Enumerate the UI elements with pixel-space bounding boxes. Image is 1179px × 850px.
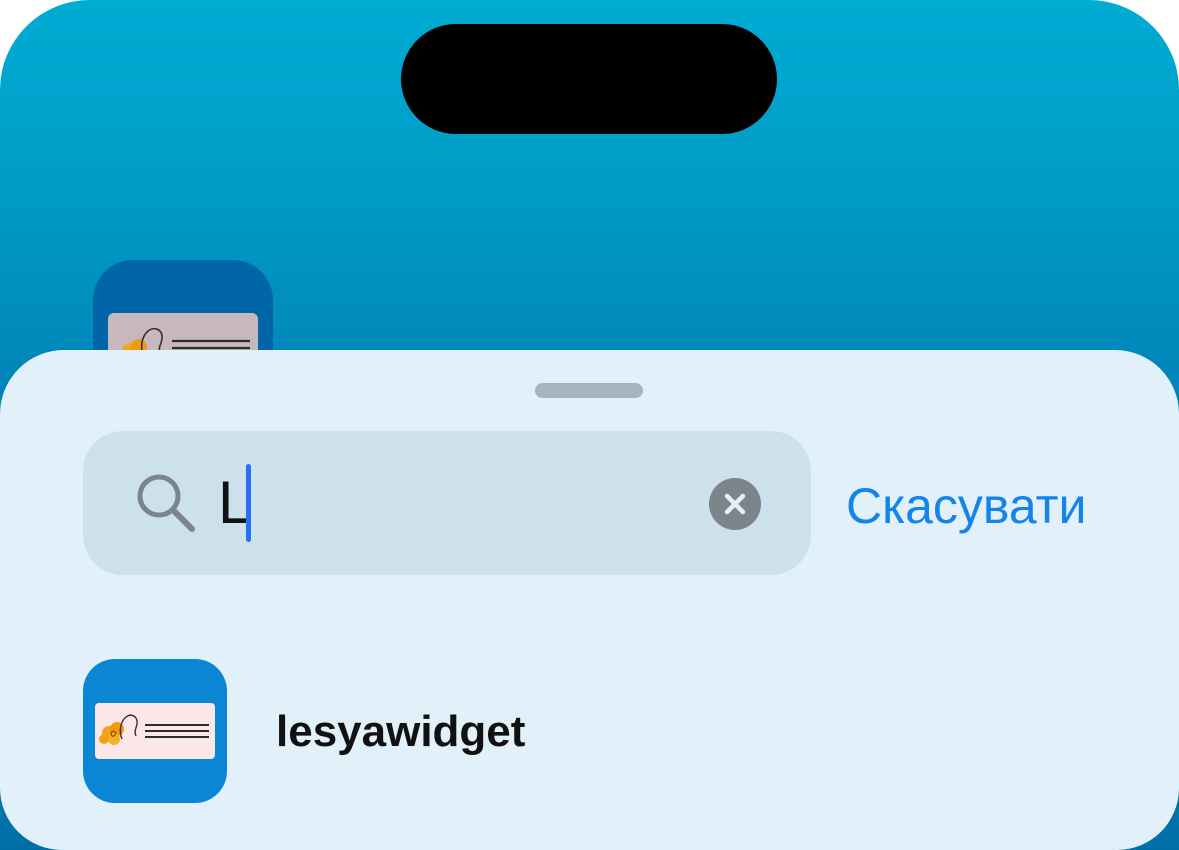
widget-card-graphic (95, 703, 215, 759)
cancel-button[interactable]: Скасувати (846, 475, 1086, 537)
close-icon (724, 493, 746, 515)
search-icon (137, 474, 195, 532)
text-cursor (246, 464, 251, 542)
lesyawidget-app-icon (83, 659, 227, 803)
search-result-row[interactable]: lesyawidget (83, 659, 1083, 803)
clear-search-button[interactable] (709, 478, 761, 530)
portrait-flower-graphic (99, 714, 209, 745)
sheet-grabber-handle[interactable] (535, 383, 643, 398)
result-label: lesyawidget (276, 707, 526, 756)
dynamic-island (401, 24, 777, 134)
